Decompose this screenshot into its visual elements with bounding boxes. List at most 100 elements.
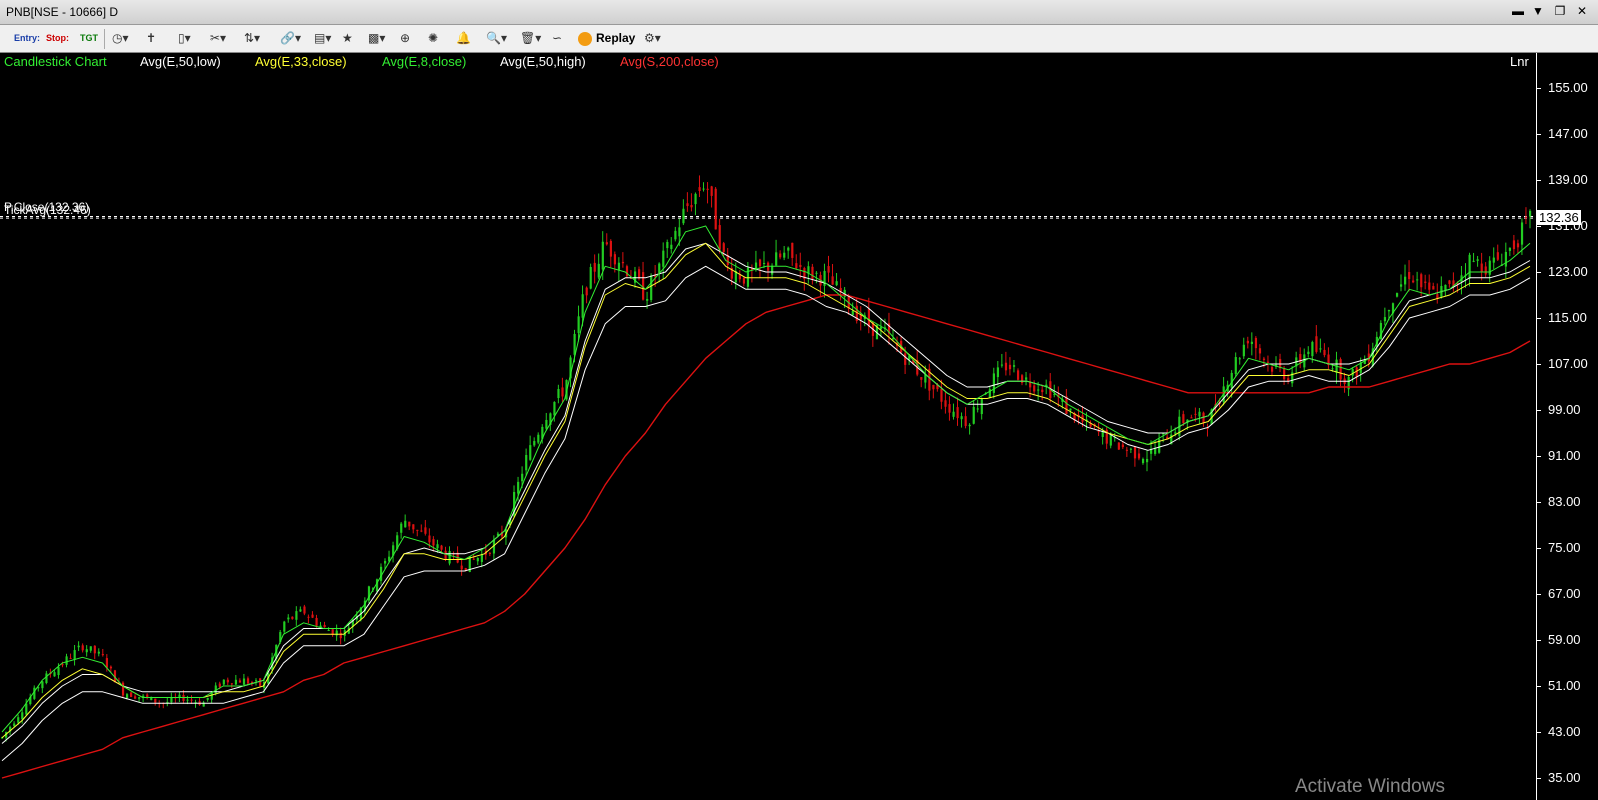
- candle[interactable]: [190, 695, 193, 705]
- candle[interactable]: [783, 245, 786, 261]
- candle[interactable]: [97, 648, 100, 657]
- candle[interactable]: [283, 620, 286, 635]
- candle[interactable]: [533, 437, 536, 447]
- candle[interactable]: [1041, 384, 1044, 401]
- alert-icon[interactable]: 🔔: [456, 29, 471, 47]
- candle[interactable]: [339, 627, 342, 645]
- candle[interactable]: [1524, 207, 1528, 225]
- candle[interactable]: [1395, 292, 1399, 298]
- candle[interactable]: [589, 263, 592, 290]
- candle[interactable]: [883, 318, 887, 333]
- candle[interactable]: [178, 691, 181, 703]
- candle[interactable]: [779, 250, 782, 260]
- candle[interactable]: [1383, 307, 1387, 326]
- candle[interactable]: [1452, 272, 1455, 292]
- candle[interactable]: [686, 192, 689, 212]
- ema33-close-line[interactable]: [1, 242, 1531, 739]
- candle[interactable]: [561, 377, 564, 403]
- candle[interactable]: [65, 653, 68, 668]
- candle[interactable]: [363, 597, 367, 615]
- candle[interactable]: [1307, 346, 1310, 358]
- candle[interactable]: [69, 653, 72, 660]
- candle[interactable]: [887, 312, 891, 345]
- candle[interactable]: [392, 541, 395, 563]
- candle[interactable]: [1448, 279, 1451, 288]
- minimize-icon[interactable]: ▬: [1510, 4, 1526, 18]
- candle[interactable]: [1399, 274, 1403, 292]
- candle[interactable]: [1246, 336, 1249, 349]
- candle[interactable]: [980, 397, 983, 420]
- candle[interactable]: [1250, 332, 1254, 356]
- legend-ema8-close[interactable]: Avg(E,8,close): [382, 54, 466, 69]
- ema8-close-line[interactable]: [1, 225, 1531, 733]
- candle[interactable]: [1202, 411, 1205, 427]
- candle[interactable]: [690, 193, 693, 212]
- chart-type-icon[interactable]: ▯▾: [178, 29, 191, 47]
- candle[interactable]: [871, 321, 875, 347]
- candle[interactable]: [625, 264, 629, 279]
- candle[interactable]: [1339, 357, 1342, 387]
- legend-sma200[interactable]: Avg(S,200,close): [620, 54, 719, 69]
- legend-ema33-close[interactable]: Avg(E,33,close): [255, 54, 347, 69]
- candle[interactable]: [859, 306, 862, 331]
- candle[interactable]: [944, 392, 947, 414]
- candle[interactable]: [408, 521, 411, 531]
- candle[interactable]: [1347, 375, 1350, 397]
- candle[interactable]: [1016, 368, 1020, 381]
- candle[interactable]: [327, 627, 330, 632]
- candle[interactable]: [1025, 371, 1028, 386]
- candle[interactable]: [863, 312, 866, 327]
- candle[interactable]: [879, 318, 883, 338]
- candle[interactable]: [1516, 239, 1520, 254]
- candle[interactable]: [964, 407, 967, 429]
- candle[interactable]: [238, 678, 242, 683]
- candle[interactable]: [545, 412, 548, 431]
- ema50-high-line[interactable]: [1, 242, 1531, 744]
- candle[interactable]: [1206, 423, 1209, 437]
- candle[interactable]: [1488, 256, 1491, 283]
- template-icon[interactable]: ▤▾: [314, 29, 331, 47]
- replay-button[interactable]: Replay: [578, 29, 635, 47]
- candle[interactable]: [299, 606, 302, 613]
- candle[interactable]: [928, 363, 931, 401]
- candle[interactable]: [762, 251, 766, 269]
- candle[interactable]: [819, 271, 822, 297]
- candle[interactable]: [605, 233, 608, 246]
- candle[interactable]: [101, 648, 104, 657]
- candle[interactable]: [146, 693, 149, 700]
- candle[interactable]: [242, 673, 246, 685]
- candle[interactable]: [1178, 409, 1181, 441]
- candle[interactable]: [1432, 282, 1435, 290]
- candle[interactable]: [1021, 374, 1024, 386]
- candle[interactable]: [621, 252, 625, 268]
- candle[interactable]: [154, 698, 157, 706]
- candle[interactable]: [1133, 445, 1137, 467]
- candle[interactable]: [1238, 356, 1241, 365]
- candle[interactable]: [170, 692, 173, 705]
- candle[interactable]: [714, 187, 717, 230]
- candle[interactable]: [295, 606, 298, 626]
- candle[interactable]: [424, 519, 427, 536]
- candle[interactable]: [303, 604, 306, 616]
- candle[interactable]: [89, 646, 92, 653]
- candle[interactable]: [323, 621, 326, 628]
- candle[interactable]: [948, 396, 951, 421]
- candle[interactable]: [1170, 425, 1173, 445]
- candle[interactable]: [1440, 276, 1443, 299]
- candle[interactable]: [952, 403, 955, 420]
- candle[interactable]: [1492, 247, 1495, 269]
- candle[interactable]: [1468, 252, 1471, 287]
- candle[interactable]: [1436, 283, 1439, 304]
- price-chart[interactable]: [0, 53, 1598, 800]
- candle[interactable]: [1424, 274, 1427, 290]
- candle[interactable]: [1234, 352, 1237, 377]
- candle[interactable]: [867, 297, 871, 334]
- zoom-icon[interactable]: 🔍▾: [486, 29, 507, 47]
- candle[interactable]: [222, 679, 225, 686]
- settings-icon[interactable]: ⚙▾: [644, 29, 661, 47]
- candle[interactable]: [940, 379, 943, 410]
- candle[interactable]: [1412, 275, 1415, 284]
- candle[interactable]: [1162, 433, 1165, 443]
- candle[interactable]: [85, 645, 88, 657]
- candle[interactable]: [1279, 353, 1282, 373]
